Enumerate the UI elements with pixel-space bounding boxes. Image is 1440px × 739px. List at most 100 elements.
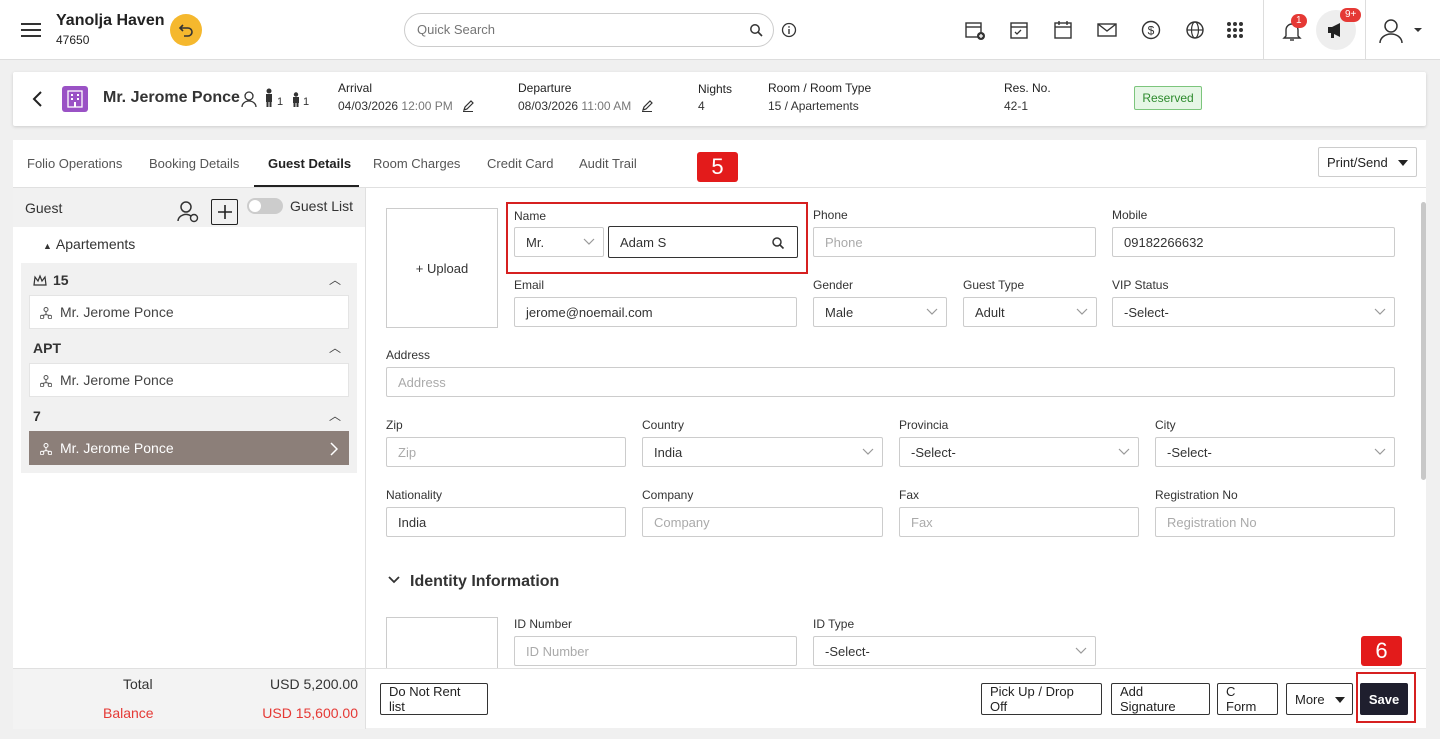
nights-label: Nights <box>698 82 733 96</box>
pickup-dropoff-button[interactable]: Pick Up / Drop Off <box>981 683 1102 715</box>
identity-section-title: Identity Information <box>410 573 560 590</box>
country-select[interactable]: India <box>642 437 883 467</box>
tab-booking-details[interactable]: Booking Details <box>149 156 239 171</box>
guest-name-title: Mr. Jerome Ponce <box>103 89 240 106</box>
form-scrollbar[interactable] <box>1421 202 1426 480</box>
back-arrow-icon[interactable] <box>29 89 45 109</box>
search-input[interactable] <box>417 22 737 37</box>
id-photo-upload[interactable] <box>386 617 498 668</box>
gender-value: Male <box>825 304 854 320</box>
print-send-button[interactable]: Print/Send <box>1318 147 1417 177</box>
tab-audit-trail[interactable]: Audit Trail <box>579 156 637 171</box>
guest-type-select[interactable]: Adult <box>963 297 1097 327</box>
id-number-input[interactable]: ID Number <box>514 636 797 666</box>
globe-icon[interactable] <box>1181 16 1209 44</box>
caret-down-icon <box>1335 697 1345 703</box>
photo-upload[interactable]: + Upload <box>386 208 498 328</box>
guest-node-icon <box>40 443 52 455</box>
guest-item-name: Mr. Jerome Ponce <box>60 304 174 320</box>
edit-arrival-icon[interactable] <box>461 99 475 113</box>
email-input[interactable]: jerome@noemail.com <box>514 297 797 327</box>
mail-icon[interactable] <box>1093 16 1121 44</box>
calendar-check-icon[interactable] <box>1005 16 1033 44</box>
step-marker-6: 6 <box>1361 636 1402 666</box>
total-value: USD 5,200.00 <box>270 676 358 692</box>
guest-list-item-selected[interactable]: Mr. Jerome Ponce <box>29 431 349 465</box>
nights-value: 4 <box>698 99 705 113</box>
guest-search-icon[interactable] <box>175 200 201 224</box>
quick-search[interactable] <box>404 13 774 47</box>
adult-icon <box>264 88 274 108</box>
mobile-label: Mobile <box>1112 208 1148 222</box>
guest-list-item[interactable]: Mr. Jerome Ponce <box>29 363 349 397</box>
collapse-icon[interactable]: ︿ <box>329 271 341 288</box>
tab-folio-operations[interactable]: Folio Operations <box>27 156 122 171</box>
more-button[interactable]: More <box>1286 683 1353 715</box>
tab-guest-details[interactable]: Guest Details <box>268 156 351 171</box>
info-icon[interactable] <box>781 22 797 38</box>
address-input[interactable]: Address <box>386 367 1395 397</box>
apps-grid-icon[interactable] <box>1221 16 1249 44</box>
room-type-header[interactable]: ▲ Apartements <box>43 236 135 252</box>
salutation-select[interactable]: Mr. <box>514 227 604 257</box>
name-input[interactable]: Adam S <box>608 226 798 258</box>
hamburger-menu-icon[interactable] <box>18 18 44 42</box>
undo-icon[interactable] <box>170 14 202 46</box>
tab-room-charges[interactable]: Room Charges <box>373 156 460 171</box>
top-bar: Yanolja Haven 47650 $ 1 9+ <box>0 0 1440 60</box>
guest-form: + Upload Name Mr. Adam S Phone Phone Mob… <box>367 188 1426 668</box>
do-not-rent-button[interactable]: Do Not Rent list <box>380 683 488 715</box>
fax-input[interactable]: Fax <box>899 507 1139 537</box>
guest-node-icon <box>40 307 52 319</box>
room-label: Room / Room Type <box>768 81 872 95</box>
room-group-15: 15 ︿ Mr. Jerome Ponce <box>21 263 357 331</box>
company-label: Company <box>642 488 694 502</box>
chevron-down-icon <box>862 448 874 455</box>
add-guest-icon[interactable] <box>211 199 238 225</box>
c-form-button[interactable]: C Form <box>1217 683 1278 715</box>
id-type-select[interactable]: -Select- <box>813 636 1096 666</box>
dollar-icon[interactable]: $ <box>1137 16 1165 44</box>
phone-input[interactable]: Phone <box>813 227 1096 257</box>
notification-badge: 1 <box>1291 14 1307 28</box>
total-label: Total <box>123 676 153 692</box>
chevron-down-icon <box>1118 448 1130 455</box>
guest-list-toggle[interactable] <box>247 198 283 214</box>
edit-departure-icon[interactable] <box>640 99 654 113</box>
vip-status-select[interactable]: -Select- <box>1112 297 1395 327</box>
chevron-down-icon <box>1075 647 1087 654</box>
gender-select[interactable]: Male <box>813 297 947 327</box>
nationality-input[interactable]: India <box>386 507 626 537</box>
section-collapse-icon[interactable] <box>388 575 400 585</box>
guest-list-item[interactable]: Mr. Jerome Ponce <box>29 295 349 329</box>
calendar-add-icon[interactable] <box>961 16 989 44</box>
guest-node-icon <box>40 375 52 387</box>
calendar-icon[interactable] <box>1049 16 1077 44</box>
registration-no-input[interactable]: Registration No <box>1155 507 1395 537</box>
main-panel: Folio Operations Booking Details Guest D… <box>13 140 1426 729</box>
city-select[interactable]: -Select- <box>1155 437 1395 467</box>
collapse-icon[interactable]: ︿ <box>329 339 341 356</box>
name-value: Adam S <box>620 234 667 250</box>
name-label: Name <box>514 209 547 223</box>
user-menu[interactable] <box>1378 17 1426 45</box>
tab-credit-card[interactable]: Credit Card <box>487 156 553 171</box>
departure-value: 08/03/2026 11:00 AM <box>518 99 631 113</box>
add-signature-button[interactable]: Add Signature <box>1111 683 1210 715</box>
provincia-value: -Select- <box>911 444 956 460</box>
caret-down-icon <box>1398 160 1408 166</box>
provincia-select[interactable]: -Select- <box>899 437 1139 467</box>
zip-input[interactable]: Zip <box>386 437 626 467</box>
footer-bar: Total USD 5,200.00 Balance USD 15,600.00… <box>13 668 1426 729</box>
fax-label: Fax <box>899 488 920 502</box>
mobile-input[interactable]: 09182266632 <box>1112 227 1395 257</box>
svg-text:$: $ <box>1148 24 1155 38</box>
search-icon[interactable] <box>749 23 763 37</box>
hotel-id: 47650 <box>56 33 90 47</box>
collapse-icon[interactable]: ︿ <box>329 407 341 424</box>
room-group-title: 7 <box>33 408 41 424</box>
guest-profile-icon[interactable] <box>241 90 259 108</box>
chevron-down-icon <box>583 238 595 245</box>
save-button[interactable]: Save <box>1360 683 1408 715</box>
company-input[interactable]: Company <box>642 507 883 537</box>
